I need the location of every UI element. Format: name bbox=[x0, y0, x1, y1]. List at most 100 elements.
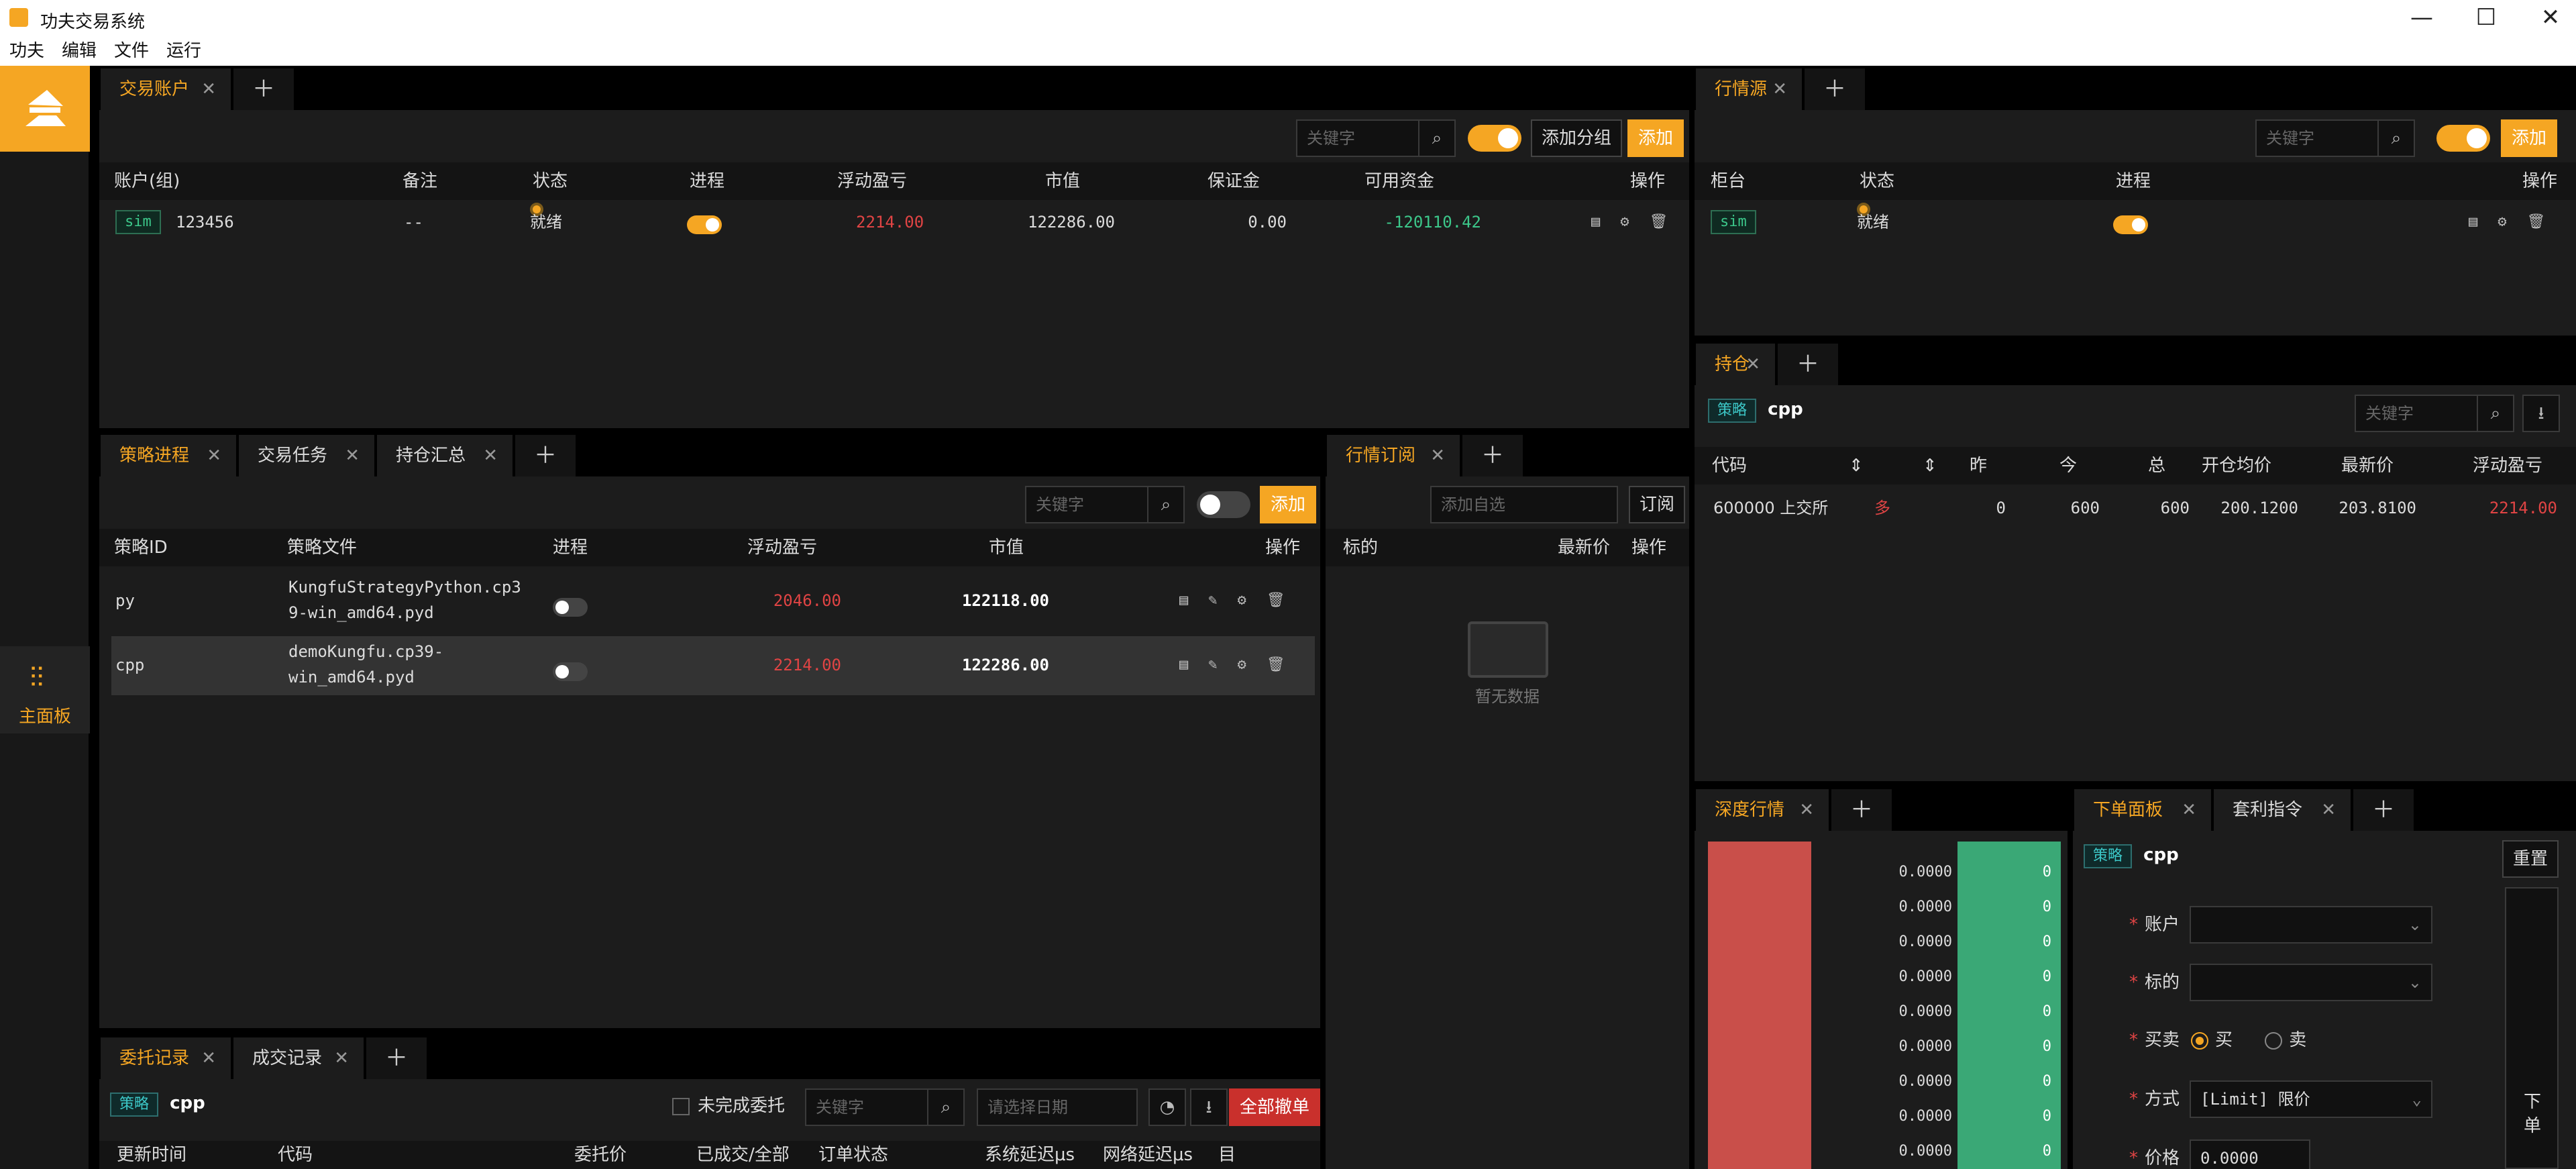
search-icon[interactable]: ⌕ bbox=[2477, 395, 2514, 432]
symbol-select[interactable]: ⌄ bbox=[2190, 964, 2432, 1001]
subscribe-button[interactable]: 订阅 bbox=[1629, 486, 1686, 523]
close-tab-icon[interactable]: ✕ bbox=[1746, 344, 1760, 385]
tab-position-summary[interactable]: 持仓汇总 ✕ bbox=[377, 435, 514, 476]
tab-orders[interactable]: 委托记录 ✕ bbox=[101, 1037, 232, 1079]
add-tab-button[interactable]: ＋ bbox=[233, 68, 294, 110]
gear-icon[interactable]: ⚙ bbox=[1620, 213, 1629, 230]
strategy-master-toggle[interactable] bbox=[1197, 491, 1250, 518]
add-tab-button[interactable]: ＋ bbox=[366, 1037, 427, 1079]
tab-position[interactable]: 持仓 ✕ bbox=[1696, 344, 1776, 385]
edit-icon[interactable]: ✎ bbox=[1208, 656, 1217, 673]
subscribe-input[interactable]: 添加自选 bbox=[1430, 486, 1618, 523]
mode-select[interactable]: [Limit] 限价 ⌄ bbox=[2190, 1080, 2432, 1118]
menu-run[interactable]: 运行 bbox=[166, 36, 201, 66]
col-order-price[interactable]: 委托价 bbox=[574, 1141, 627, 1169]
close-tab-icon[interactable]: ✕ bbox=[2321, 789, 2336, 831]
price-input[interactable]: 0.0000 bbox=[2190, 1139, 2310, 1169]
trash-icon[interactable]: 🗑 bbox=[2527, 213, 2546, 230]
add-strategy-button[interactable]: 添加 bbox=[1260, 486, 1317, 523]
col-total[interactable]: 总 bbox=[2148, 447, 2165, 485]
tab-strategy-process[interactable]: 策略进程 ✕ bbox=[101, 435, 237, 476]
md-source-search-input[interactable]: 关键字 bbox=[2255, 119, 2379, 157]
tab-trade-task[interactable]: 交易任务 ✕ bbox=[239, 435, 376, 476]
sort-icon[interactable]: ⇕ bbox=[1923, 447, 1937, 485]
search-icon[interactable]: ⌕ bbox=[2377, 119, 2415, 157]
gear-icon[interactable]: ⚙ bbox=[2498, 213, 2506, 230]
tab-depth[interactable]: 深度行情 ✕ bbox=[1696, 789, 1830, 831]
date-picker-input[interactable]: 请选择日期 bbox=[977, 1088, 1138, 1126]
sell-radio[interactable]: 卖 bbox=[2265, 1030, 2306, 1050]
position-search-input[interactable]: 关键字 bbox=[2355, 395, 2478, 432]
col-market-value[interactable]: 市值 bbox=[1045, 162, 1080, 200]
col-market-value[interactable]: 市值 bbox=[989, 529, 1024, 566]
close-tab-icon[interactable]: ✕ bbox=[1799, 789, 1814, 831]
maximize-icon[interactable]: ☐ bbox=[2466, 4, 2506, 31]
close-tab-icon[interactable]: ✕ bbox=[201, 68, 216, 110]
tab-md-source[interactable]: 行情源 ✕ bbox=[1696, 68, 1803, 110]
menu-gongfu[interactable]: 功夫 bbox=[9, 36, 44, 66]
file-icon[interactable]: ▤ bbox=[1591, 213, 1600, 230]
submit-order-button[interactable]: 下单 bbox=[2505, 887, 2559, 1169]
buy-radio[interactable]: 买 bbox=[2191, 1030, 2233, 1050]
add-tab-button[interactable]: ＋ bbox=[1831, 789, 1892, 831]
add-tab-button[interactable]: ＋ bbox=[1778, 344, 1838, 385]
table-row[interactable]: py KungfuStrategyPython.cp3 9-win_amd64.… bbox=[99, 572, 1320, 631]
accounts-master-toggle[interactable] bbox=[1468, 125, 1521, 152]
col-filled[interactable]: 已成交/全部 bbox=[696, 1141, 790, 1169]
col-sys-latency[interactable]: 系统延迟μs bbox=[985, 1141, 1075, 1169]
reset-button[interactable]: 重置 bbox=[2502, 840, 2559, 878]
sort-icon[interactable]: ⇕ bbox=[1849, 447, 1864, 485]
search-icon[interactable]: ⌕ bbox=[1147, 486, 1185, 523]
minimize-icon[interactable]: — bbox=[2402, 4, 2442, 31]
col-more[interactable]: 目 bbox=[1218, 1141, 1236, 1169]
close-tab-icon[interactable]: ✕ bbox=[1430, 435, 1445, 476]
download-icon[interactable]: ⭳ bbox=[2522, 395, 2560, 432]
col-code[interactable]: 代码 bbox=[278, 1141, 313, 1169]
radio-unchecked-icon[interactable] bbox=[2265, 1031, 2283, 1050]
col-code[interactable]: 代码 bbox=[1712, 447, 1747, 485]
menu-file[interactable]: 文件 bbox=[114, 36, 149, 66]
chart-icon[interactable]: ◔ bbox=[1148, 1088, 1186, 1126]
strategy-process-toggle[interactable] bbox=[553, 662, 588, 681]
md-source-master-toggle[interactable] bbox=[2436, 125, 2490, 152]
table-row[interactable]: sim 123456 -- 就绪 2214.00 122286.00 0.00 … bbox=[99, 203, 1689, 242]
tab-subscribe[interactable]: 行情订阅 ✕ bbox=[1327, 435, 1461, 476]
close-tab-icon[interactable]: ✕ bbox=[334, 1037, 349, 1079]
radio-checked-icon[interactable] bbox=[2191, 1031, 2208, 1050]
orders-search-input[interactable]: 关键字 bbox=[805, 1088, 928, 1126]
add-account-button[interactable]: 添加 bbox=[1627, 119, 1684, 157]
trash-icon[interactable]: 🗑 bbox=[1267, 592, 1285, 609]
search-icon[interactable]: ⌕ bbox=[927, 1088, 965, 1126]
source-process-toggle[interactable] bbox=[2113, 215, 2148, 234]
trash-icon[interactable]: 🗑 bbox=[1650, 213, 1668, 230]
col-yesterday[interactable]: 昨 bbox=[1970, 447, 1987, 485]
col-available[interactable]: 可用资金 bbox=[1364, 162, 1434, 200]
checkbox-icon[interactable] bbox=[672, 1097, 690, 1115]
tab-arbitrage[interactable]: 套利指令 ✕ bbox=[2214, 789, 2352, 831]
close-tab-icon[interactable]: ✕ bbox=[1772, 68, 1787, 110]
col-order-status[interactable]: 订单状态 bbox=[818, 1141, 888, 1169]
strategy-search-input[interactable]: 关键字 bbox=[1025, 486, 1148, 523]
close-tab-icon[interactable]: ✕ bbox=[201, 1037, 216, 1079]
add-group-button[interactable]: 添加分组 bbox=[1531, 119, 1623, 157]
account-select[interactable]: ⌄ bbox=[2190, 906, 2432, 944]
col-pnl[interactable]: 浮动盈亏 bbox=[2473, 447, 2542, 485]
nav-main-panel[interactable]: ⫶⫶ 主面板 bbox=[0, 646, 90, 733]
accounts-search-input[interactable]: 关键字 bbox=[1296, 119, 1419, 157]
col-net-latency[interactable]: 网络延迟μs bbox=[1103, 1141, 1193, 1169]
table-row[interactable]: 600000 上交所 多 0 600 600 200.1200 203.8100… bbox=[1695, 489, 2576, 527]
table-row[interactable]: cpp demoKungfu.cp39- win_amd64.pyd 2214.… bbox=[111, 636, 1315, 695]
gear-icon[interactable]: ⚙ bbox=[1238, 592, 1246, 609]
col-pnl[interactable]: 浮动盈亏 bbox=[837, 162, 907, 200]
account-process-toggle[interactable] bbox=[687, 215, 722, 234]
close-tab-icon[interactable]: ✕ bbox=[207, 435, 221, 476]
add-tab-button[interactable]: ＋ bbox=[1462, 435, 1523, 476]
close-tab-icon[interactable]: ✕ bbox=[2182, 789, 2196, 831]
add-tab-button[interactable]: ＋ bbox=[515, 435, 576, 476]
col-today[interactable]: 今 bbox=[2059, 447, 2077, 485]
download-icon[interactable]: ⭳ bbox=[1190, 1088, 1228, 1126]
file-icon[interactable]: ▤ bbox=[2469, 213, 2477, 230]
close-tab-icon[interactable]: ✕ bbox=[345, 435, 360, 476]
file-icon[interactable]: ▤ bbox=[1179, 592, 1188, 609]
close-icon[interactable]: ✕ bbox=[2530, 4, 2571, 31]
